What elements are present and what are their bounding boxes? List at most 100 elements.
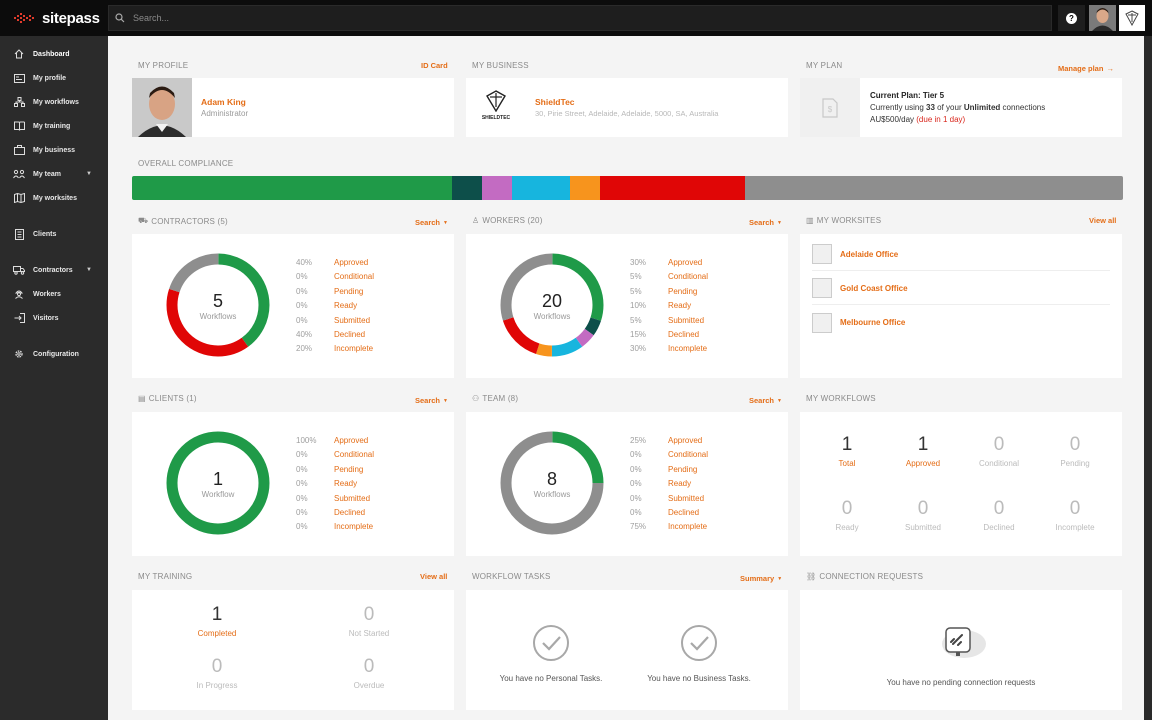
legend-label[interactable]: Pending <box>334 285 363 299</box>
legend-row[interactable]: 0% Pending <box>296 285 374 299</box>
compliance-segment[interactable] <box>745 176 1123 200</box>
legend-label[interactable]: Incomplete <box>668 342 707 356</box>
legend-row[interactable]: 0% Conditional <box>296 448 374 462</box>
legend-label[interactable]: Incomplete <box>668 520 707 534</box>
compliance-segment[interactable] <box>481 176 512 200</box>
legend-label[interactable]: Submitted <box>334 314 370 328</box>
legend-row[interactable]: 5% Submitted <box>630 314 708 328</box>
legend-label[interactable]: Declined <box>668 328 699 342</box>
compliance-segment[interactable] <box>570 176 600 200</box>
compliance-bar[interactable] <box>132 176 1123 200</box>
workflow-stat[interactable]: 1 Total <box>812 434 882 468</box>
legend-row[interactable]: 0% Pending <box>630 463 708 477</box>
legend-label[interactable]: Pending <box>668 285 697 299</box>
legend-label[interactable]: Approved <box>668 434 702 448</box>
legend-label[interactable]: Incomplete <box>334 342 373 356</box>
sidebar-item-dashboard[interactable]: Dashboard <box>0 42 108 66</box>
legend-label[interactable]: Incomplete <box>334 520 373 534</box>
sidebar-item-workers[interactable]: Workers <box>0 282 108 306</box>
legend-row[interactable]: 0% Ready <box>630 477 708 491</box>
legend-label[interactable]: Ready <box>668 477 691 491</box>
legend-row[interactable]: 0% Submitted <box>296 492 374 506</box>
training-stat[interactable]: 1 Completed <box>157 604 277 638</box>
legend-row[interactable]: 0% Conditional <box>630 448 708 462</box>
worksite-item[interactable]: Adelaide Office <box>812 238 1110 271</box>
tasks-summary-dropdown[interactable]: Summary ▼ <box>740 574 782 583</box>
business-name[interactable]: ShieldTec <box>535 97 575 107</box>
compliance-segment[interactable] <box>132 176 453 200</box>
legend-label[interactable]: Submitted <box>668 314 704 328</box>
workers-search-dropdown[interactable]: Search ▼ <box>749 218 782 227</box>
business-card[interactable]: SHIELDTEC ShieldTec 30, Pirie Street, Ad… <box>466 78 788 137</box>
legend-label[interactable]: Submitted <box>668 492 704 506</box>
compliance-segment[interactable] <box>599 176 746 200</box>
user-avatar[interactable] <box>1089 5 1116 31</box>
sidebar-item-my-workflows[interactable]: My workflows <box>0 90 108 114</box>
business-switcher[interactable] <box>1119 5 1145 31</box>
workflow-stat[interactable]: 1 Approved <box>888 434 958 468</box>
sidebar-item-contractors[interactable]: Contractors ▼ <box>0 258 108 282</box>
legend-label[interactable]: Approved <box>334 256 368 270</box>
legend-label[interactable]: Declined <box>668 506 699 520</box>
legend-row[interactable]: 0% Declined <box>296 506 374 520</box>
sidebar-item-my-training[interactable]: My training <box>0 114 108 138</box>
legend-row[interactable]: 0% Submitted <box>296 314 374 328</box>
id-card-link[interactable]: ID Card <box>421 61 448 70</box>
legend-label[interactable]: Declined <box>334 506 365 520</box>
legend-label[interactable]: Ready <box>334 299 357 313</box>
legend-label[interactable]: Pending <box>668 463 697 477</box>
scrollbar[interactable] <box>1144 36 1152 720</box>
legend-row[interactable]: 100% Approved <box>296 434 374 448</box>
manage-plan-link[interactable]: Manage plan → <box>1058 64 1114 73</box>
legend-label[interactable]: Approved <box>668 256 702 270</box>
sidebar-item-my-worksites[interactable]: My worksites <box>0 186 108 210</box>
legend-label[interactable]: Conditional <box>334 270 374 284</box>
search-input[interactable] <box>133 13 733 23</box>
legend-label[interactable]: Submitted <box>334 492 370 506</box>
legend-row[interactable]: 25% Approved <box>630 434 708 448</box>
sidebar-item-configuration[interactable]: Configuration <box>0 342 108 366</box>
legend-row[interactable]: 0% Pending <box>296 463 374 477</box>
legend-row[interactable]: 0% Ready <box>296 299 374 313</box>
sitepass-logo[interactable]: sitepass <box>0 0 108 36</box>
help-button[interactable]: ? <box>1058 5 1085 31</box>
legend-row[interactable]: 5% Pending <box>630 285 708 299</box>
legend-label[interactable]: Ready <box>334 477 357 491</box>
worksites-view-all-link[interactable]: View all <box>1089 216 1116 225</box>
legend-label[interactable]: Conditional <box>334 448 374 462</box>
legend-label[interactable]: Approved <box>334 434 368 448</box>
legend-row[interactable]: 40% Declined <box>296 328 374 342</box>
legend-row[interactable]: 5% Conditional <box>630 270 708 284</box>
compliance-segment[interactable] <box>511 176 571 200</box>
sidebar-item-my-profile[interactable]: My profile <box>0 66 108 90</box>
legend-label[interactable]: Pending <box>334 463 363 477</box>
legend-row[interactable]: 0% Ready <box>296 477 374 491</box>
worksite-item[interactable]: Melbourne Office <box>812 306 1110 339</box>
training-view-all-link[interactable]: View all <box>420 572 447 581</box>
global-search[interactable] <box>108 5 1052 31</box>
sidebar-item-clients[interactable]: Clients <box>0 222 108 246</box>
legend-row[interactable]: 10% Ready <box>630 299 708 313</box>
sidebar-item-my-business[interactable]: My business <box>0 138 108 162</box>
legend-row[interactable]: 0% Declined <box>630 506 708 520</box>
sidebar-item-visitors[interactable]: Visitors <box>0 306 108 330</box>
compliance-segment[interactable] <box>452 176 482 200</box>
profile-card[interactable]: Adam King Administrator <box>132 78 454 137</box>
worksite-item[interactable]: Gold Coast Office <box>812 272 1110 305</box>
legend-row[interactable]: 75% Incomplete <box>630 520 708 534</box>
legend-row[interactable]: 30% Incomplete <box>630 342 708 356</box>
legend-row[interactable]: 0% Submitted <box>630 492 708 506</box>
legend-row[interactable]: 0% Incomplete <box>296 520 374 534</box>
legend-label[interactable]: Declined <box>334 328 365 342</box>
contractors-search-dropdown[interactable]: Search ▼ <box>415 218 448 227</box>
legend-label[interactable]: Ready <box>668 299 691 313</box>
sidebar-item-my-team[interactable]: My team ▼ <box>0 162 108 186</box>
legend-label[interactable]: Conditional <box>668 448 708 462</box>
legend-label[interactable]: Conditional <box>668 270 708 284</box>
legend-row[interactable]: 0% Conditional <box>296 270 374 284</box>
legend-row[interactable]: 30% Approved <box>630 256 708 270</box>
team-search-dropdown[interactable]: Search ▼ <box>749 396 782 405</box>
legend-row[interactable]: 20% Incomplete <box>296 342 374 356</box>
profile-name[interactable]: Adam King <box>201 97 246 107</box>
clients-search-dropdown[interactable]: Search ▼ <box>415 396 448 405</box>
